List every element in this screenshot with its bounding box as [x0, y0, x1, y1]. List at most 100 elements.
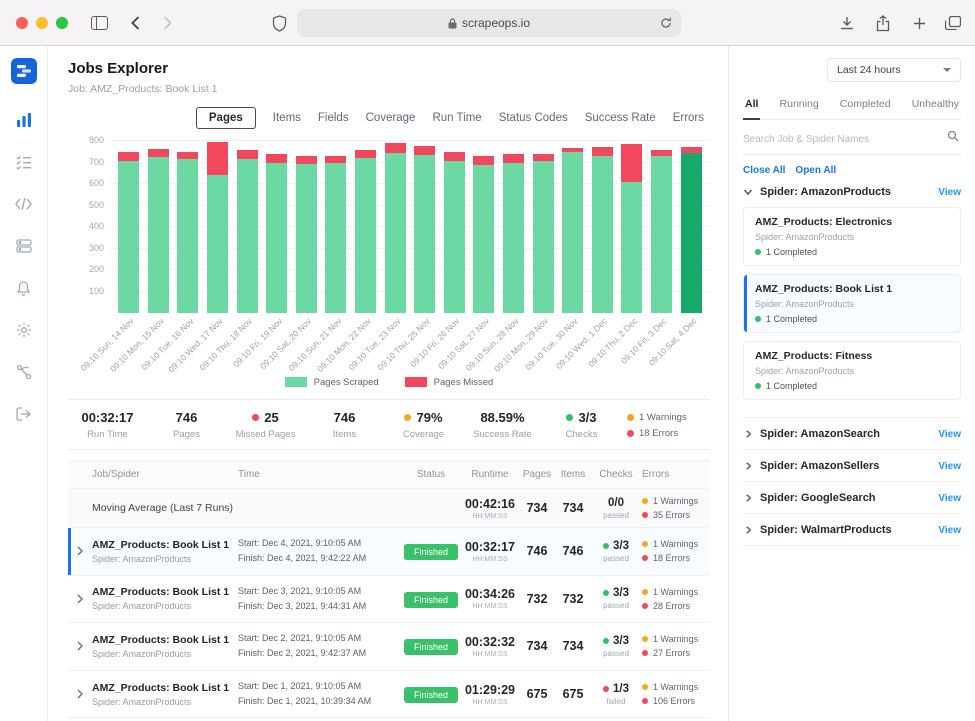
job-spider: Spider: AmazonProducts	[92, 554, 238, 564]
job-card[interactable]: AMZ_Products: Book List 1Spider: AmazonP…	[743, 274, 961, 333]
tab-errors[interactable]: Errors	[673, 112, 704, 124]
runtime-unit: HH:MM:SS	[462, 556, 518, 563]
tab-pages[interactable]: Pages	[196, 107, 256, 129]
bar-segment-missed	[296, 156, 317, 164]
bar-slot	[351, 141, 381, 313]
time-range-select[interactable]: Last 24 hours	[827, 58, 961, 82]
share-icon[interactable]	[870, 0, 896, 46]
bar[interactable]	[237, 150, 258, 313]
new-tab-icon[interactable]	[906, 0, 932, 46]
view-link[interactable]: View	[938, 525, 961, 536]
chevron-down-icon[interactable]	[743, 187, 753, 197]
servers-icon[interactable]	[10, 232, 38, 260]
bar[interactable]	[325, 156, 346, 313]
runtime-value: 00:34:26	[462, 587, 518, 601]
status-tab-all[interactable]: All	[745, 98, 758, 110]
bar[interactable]	[207, 142, 228, 313]
bar[interactable]	[592, 147, 613, 313]
sidebar-toggle-icon[interactable]	[86, 0, 112, 46]
runtime-unit: HH:MM:SS	[462, 513, 518, 520]
bar[interactable]	[444, 152, 465, 313]
bar[interactable]	[414, 146, 435, 313]
spider-group-header[interactable]: Spider: AmazonSellersView	[743, 460, 961, 472]
open-all-link[interactable]: Open All	[795, 165, 836, 176]
chevron-right-icon[interactable]	[743, 525, 753, 535]
table-row[interactable]: AMZ_Products: Book List 1Spider: AmazonP…	[68, 671, 710, 719]
table-row[interactable]: AMZ_Products: Book List 1Spider: AmazonP…	[68, 576, 710, 624]
view-link[interactable]: View	[938, 429, 961, 440]
bar[interactable]	[177, 152, 198, 313]
bar[interactable]	[118, 152, 139, 313]
row-expander-icon[interactable]	[68, 641, 92, 651]
table-row[interactable]: AMZ_Products: Book List 1Spider: AmazonP…	[68, 623, 710, 671]
bar[interactable]	[681, 147, 702, 313]
status-tab-unhealthy[interactable]: Unhealthy	[912, 98, 959, 110]
logout-icon[interactable]	[10, 400, 38, 428]
bar-slot	[144, 141, 174, 313]
checks-note: passed	[590, 554, 642, 563]
maximize-window-button[interactable]	[56, 17, 68, 29]
view-link[interactable]: View	[938, 493, 961, 504]
bar[interactable]	[562, 148, 583, 313]
close-window-button[interactable]	[16, 17, 28, 29]
chevron-right-icon[interactable]	[743, 429, 753, 439]
row-expander-icon[interactable]	[68, 689, 92, 699]
tab-items[interactable]: Items	[273, 112, 301, 124]
bar-segment-scraped	[385, 153, 406, 313]
plot-bars	[110, 141, 710, 313]
tab-status-codes[interactable]: Status Codes	[499, 112, 568, 124]
search-icon[interactable]	[947, 129, 959, 147]
view-link[interactable]: View	[938, 461, 961, 472]
status-tab-running[interactable]: Running	[780, 98, 819, 110]
minimize-window-button[interactable]	[36, 17, 48, 29]
chevron-right-icon[interactable]	[743, 493, 753, 503]
spider-group-header[interactable]: Spider: WalmartProductsView	[743, 524, 961, 536]
privacy-shield-icon[interactable]	[266, 0, 292, 46]
tab-run-time[interactable]: Run Time	[432, 112, 481, 124]
bar-segment-scraped	[621, 182, 642, 313]
view-link[interactable]: View	[938, 187, 961, 198]
table-row[interactable]: AMZ_Products: Book List 1Spider: AmazonP…	[68, 528, 710, 576]
scrapeops-logo[interactable]	[11, 58, 37, 84]
back-icon[interactable]	[122, 0, 148, 46]
bar[interactable]	[148, 149, 169, 313]
job-card[interactable]: AMZ_Products: FitnessSpider: AmazonProdu…	[743, 341, 961, 400]
close-all-link[interactable]: Close All	[743, 165, 785, 176]
table-row[interactable]: Moving Average (Last 7 Runs)00:42:16HH:M…	[68, 489, 710, 528]
spider-group-header[interactable]: Spider: AmazonProductsView	[743, 186, 961, 198]
bar[interactable]	[385, 143, 406, 313]
bar[interactable]	[355, 150, 376, 313]
runtime-cell: 00:42:16HH:MM:SS	[462, 497, 518, 520]
job-checks-icon[interactable]	[10, 148, 38, 176]
chevron-right-icon[interactable]	[743, 461, 753, 471]
forward-icon[interactable]	[154, 0, 180, 46]
downloads-icon[interactable]	[834, 0, 860, 46]
bar[interactable]	[503, 154, 524, 313]
status-tab-completed[interactable]: Completed	[840, 98, 891, 110]
integrations-icon[interactable]	[10, 358, 38, 386]
dashboard-charts-icon[interactable]	[10, 106, 38, 134]
search-input[interactable]	[743, 134, 961, 145]
tab-fields[interactable]: Fields	[318, 112, 349, 124]
tab-coverage[interactable]: Coverage	[366, 112, 416, 124]
tab-overview-icon[interactable]	[940, 0, 966, 46]
settings-gear-icon[interactable]	[10, 316, 38, 344]
address-bar[interactable]: scrapeops.io	[297, 9, 681, 37]
bar[interactable]	[621, 144, 642, 313]
stat-label: Checks	[542, 429, 621, 440]
bar[interactable]	[533, 154, 554, 313]
spider-group-header[interactable]: Spider: GoogleSearchView	[743, 492, 961, 504]
alerts-bell-icon[interactable]	[10, 274, 38, 302]
bar[interactable]	[651, 150, 672, 313]
spider-group-header[interactable]: Spider: AmazonSearchView	[743, 428, 961, 440]
bar[interactable]	[473, 156, 494, 313]
row-expander-icon[interactable]	[68, 546, 92, 556]
code-icon[interactable]	[10, 190, 38, 218]
reload-icon[interactable]	[660, 17, 672, 32]
bar[interactable]	[296, 156, 317, 313]
tab-success-rate[interactable]: Success Rate	[585, 112, 656, 124]
stat-alerts: 1 Warnings18 Errors	[621, 410, 710, 440]
bar[interactable]	[266, 154, 287, 313]
job-card[interactable]: AMZ_Products: ElectronicsSpider: AmazonP…	[743, 207, 961, 266]
row-expander-icon[interactable]	[68, 594, 92, 604]
